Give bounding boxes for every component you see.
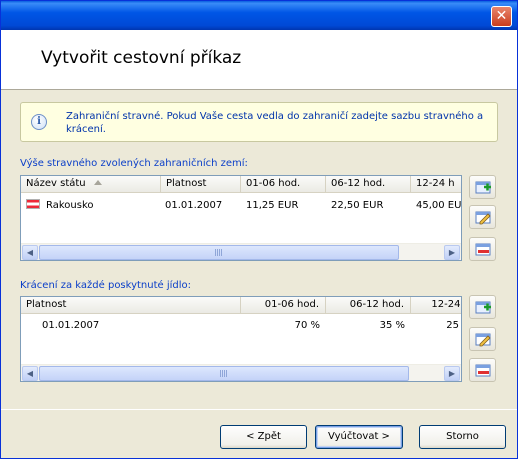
delete-rate-button[interactable] <box>469 237 496 261</box>
column-header-01-06[interactable]: 01-06 hod. <box>241 176 326 193</box>
rate-01-06-cell: 11,25 EUR <box>246 200 299 211</box>
scroll-left-button[interactable]: ◀ <box>22 245 38 260</box>
page-title: Vytvořit cestovní příkaz <box>41 48 242 68</box>
reductions-grid[interactable]: Platnost 01-06 hod. 06-12 hod. 12-24 h 0… <box>20 296 462 382</box>
rates-section-label: Výše stravného zvolených zahraničních ze… <box>20 158 248 169</box>
reductions-horizontal-scrollbar[interactable]: ◀ ▶ <box>21 364 461 381</box>
delete-reduction-button[interactable] <box>469 358 496 382</box>
info-text: Zahraniční stravné. Pokud Vaše cesta ved… <box>66 111 484 135</box>
column-header-06-12[interactable]: 06-12 hod. <box>326 297 411 314</box>
edit-rate-button[interactable] <box>469 205 496 229</box>
wizard-header: Vytvořit cestovní příkaz <box>1 30 517 90</box>
edit-icon <box>475 211 491 225</box>
dialog-window: ✕ Vytvořit cestovní příkaz i Zahraniční … <box>0 0 518 459</box>
reductions-grid-header: Platnost 01-06 hod. 06-12 hod. 12-24 h <box>21 297 461 314</box>
table-row[interactable]: 01.01.2007 70 % 35 % 25 <box>21 317 461 335</box>
reduction-06-12-cell: 35 % <box>379 320 405 331</box>
cancel-button[interactable]: Storno <box>419 425 506 449</box>
reductions-section-label: Krácení za každé poskytnuté jídlo: <box>20 280 192 291</box>
delete-icon <box>475 243 491 256</box>
add-icon <box>475 181 491 194</box>
country-cell: Rakousko <box>26 197 156 215</box>
add-reduction-button[interactable] <box>469 295 496 319</box>
rates-horizontal-scrollbar[interactable]: ◀ ▶ <box>21 243 461 260</box>
scroll-right-button[interactable]: ▶ <box>444 366 460 381</box>
wizard-body: i Zahraniční stravné. Pokud Vaše cesta v… <box>1 91 517 409</box>
footer-divider <box>1 409 517 410</box>
scrollbar-thumb[interactable] <box>39 366 409 381</box>
edit-reduction-button[interactable] <box>469 327 496 351</box>
grip-icon <box>215 249 223 256</box>
column-header-valid-from[interactable]: Platnost <box>21 297 241 314</box>
column-header-06-12[interactable]: 06-12 hod. <box>326 176 411 193</box>
reduction-12-24-cell: 25 <box>446 320 459 331</box>
column-header-valid-from[interactable]: Platnost <box>161 176 241 193</box>
scrollbar-thumb[interactable] <box>39 245 399 260</box>
grip-icon <box>220 370 228 377</box>
back-button[interactable]: < Zpět <box>220 425 307 449</box>
add-rate-button[interactable] <box>469 175 496 199</box>
column-header-country[interactable]: Název státu <box>21 176 161 193</box>
info-icon: i <box>31 114 47 130</box>
scroll-right-button[interactable]: ▶ <box>444 245 460 260</box>
table-row[interactable]: Rakousko 01.01.2007 11,25 EUR 22,50 EUR … <box>21 197 461 215</box>
edit-icon <box>475 333 491 347</box>
column-header-12-24[interactable]: 12-24 h <box>411 297 461 314</box>
add-icon <box>475 301 491 314</box>
info-banner: i Zahraniční stravné. Pokud Vaše cesta v… <box>20 102 498 142</box>
valid-from-cell: 01.01.2007 <box>165 200 223 211</box>
rate-12-24-cell: 45,00 EUR <box>416 200 462 211</box>
sort-ascending-icon <box>93 180 102 185</box>
rate-06-12-cell: 22,50 EUR <box>331 200 384 211</box>
delete-icon <box>475 364 491 377</box>
billing-button[interactable]: Vyúčtovat > <box>315 425 403 449</box>
scroll-left-button[interactable]: ◀ <box>22 366 38 381</box>
reduction-01-06-cell: 70 % <box>294 320 320 331</box>
column-header-12-24[interactable]: 12-24 h <box>411 176 461 193</box>
rates-grid-header: Název státu Platnost 01-06 hod. 06-12 ho… <box>21 176 461 193</box>
title-bar: ✕ <box>1 1 517 30</box>
rates-grid[interactable]: Název státu Platnost 01-06 hod. 06-12 ho… <box>20 175 462 261</box>
column-header-01-06[interactable]: 01-06 hod. <box>241 297 326 314</box>
close-button[interactable]: ✕ <box>491 6 512 27</box>
austria-flag-icon <box>26 199 40 209</box>
valid-from-cell: 01.01.2007 <box>42 320 100 331</box>
